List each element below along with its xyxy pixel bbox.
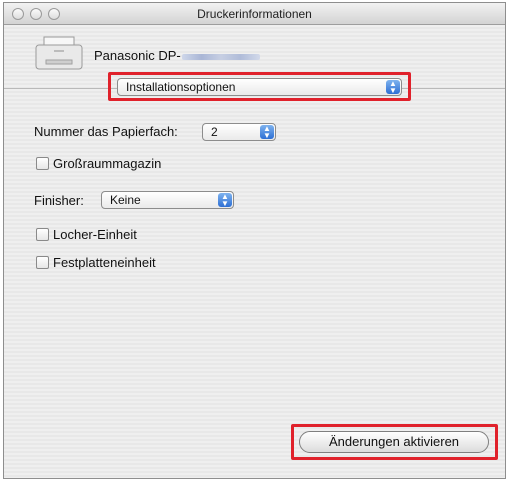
grossraum-checkbox[interactable] (36, 157, 49, 170)
finisher-popup-value: Keine (110, 193, 141, 207)
tray-popup-value: 2 (211, 125, 218, 139)
popup-arrows-icon: ▲ ▼ (218, 193, 232, 208)
locher-checkbox[interactable] (36, 228, 49, 241)
window-title: Druckerinformationen (197, 7, 312, 21)
title-bar: Druckerinformationen (4, 3, 505, 25)
popup-arrows-icon: ▲ ▼ (386, 80, 400, 95)
printer-info-window: Druckerinformationen Panasonic DP- Insta… (3, 2, 506, 479)
window-content: Panasonic DP- Installationsoptionen ▲ ▼ N… (4, 25, 505, 478)
locher-label: Locher-Einheit (53, 227, 137, 242)
tray-popup[interactable]: 2 ▲ ▼ (202, 123, 276, 141)
printer-icon (35, 36, 83, 70)
printer-name: Panasonic DP- (94, 48, 260, 63)
section-popup[interactable]: Installationsoptionen ▲ ▼ (117, 78, 402, 96)
printer-model-text: Panasonic DP- (94, 48, 181, 63)
finisher-label: Finisher: (34, 193, 84, 208)
festplatte-label: Festplatteneinheit (53, 255, 156, 270)
popup-arrows-icon: ▲ ▼ (260, 125, 274, 140)
section-popup-value: Installationsoptionen (126, 80, 236, 94)
grossraum-label: Großraummagazin (53, 156, 162, 171)
redacted-model-number (181, 53, 260, 60)
apply-changes-button[interactable]: Änderungen aktivieren (299, 431, 489, 453)
festplatte-checkbox[interactable] (36, 256, 49, 269)
tray-label: Nummer das Papierfach: (34, 124, 178, 139)
finisher-popup[interactable]: Keine ▲ ▼ (101, 191, 234, 209)
